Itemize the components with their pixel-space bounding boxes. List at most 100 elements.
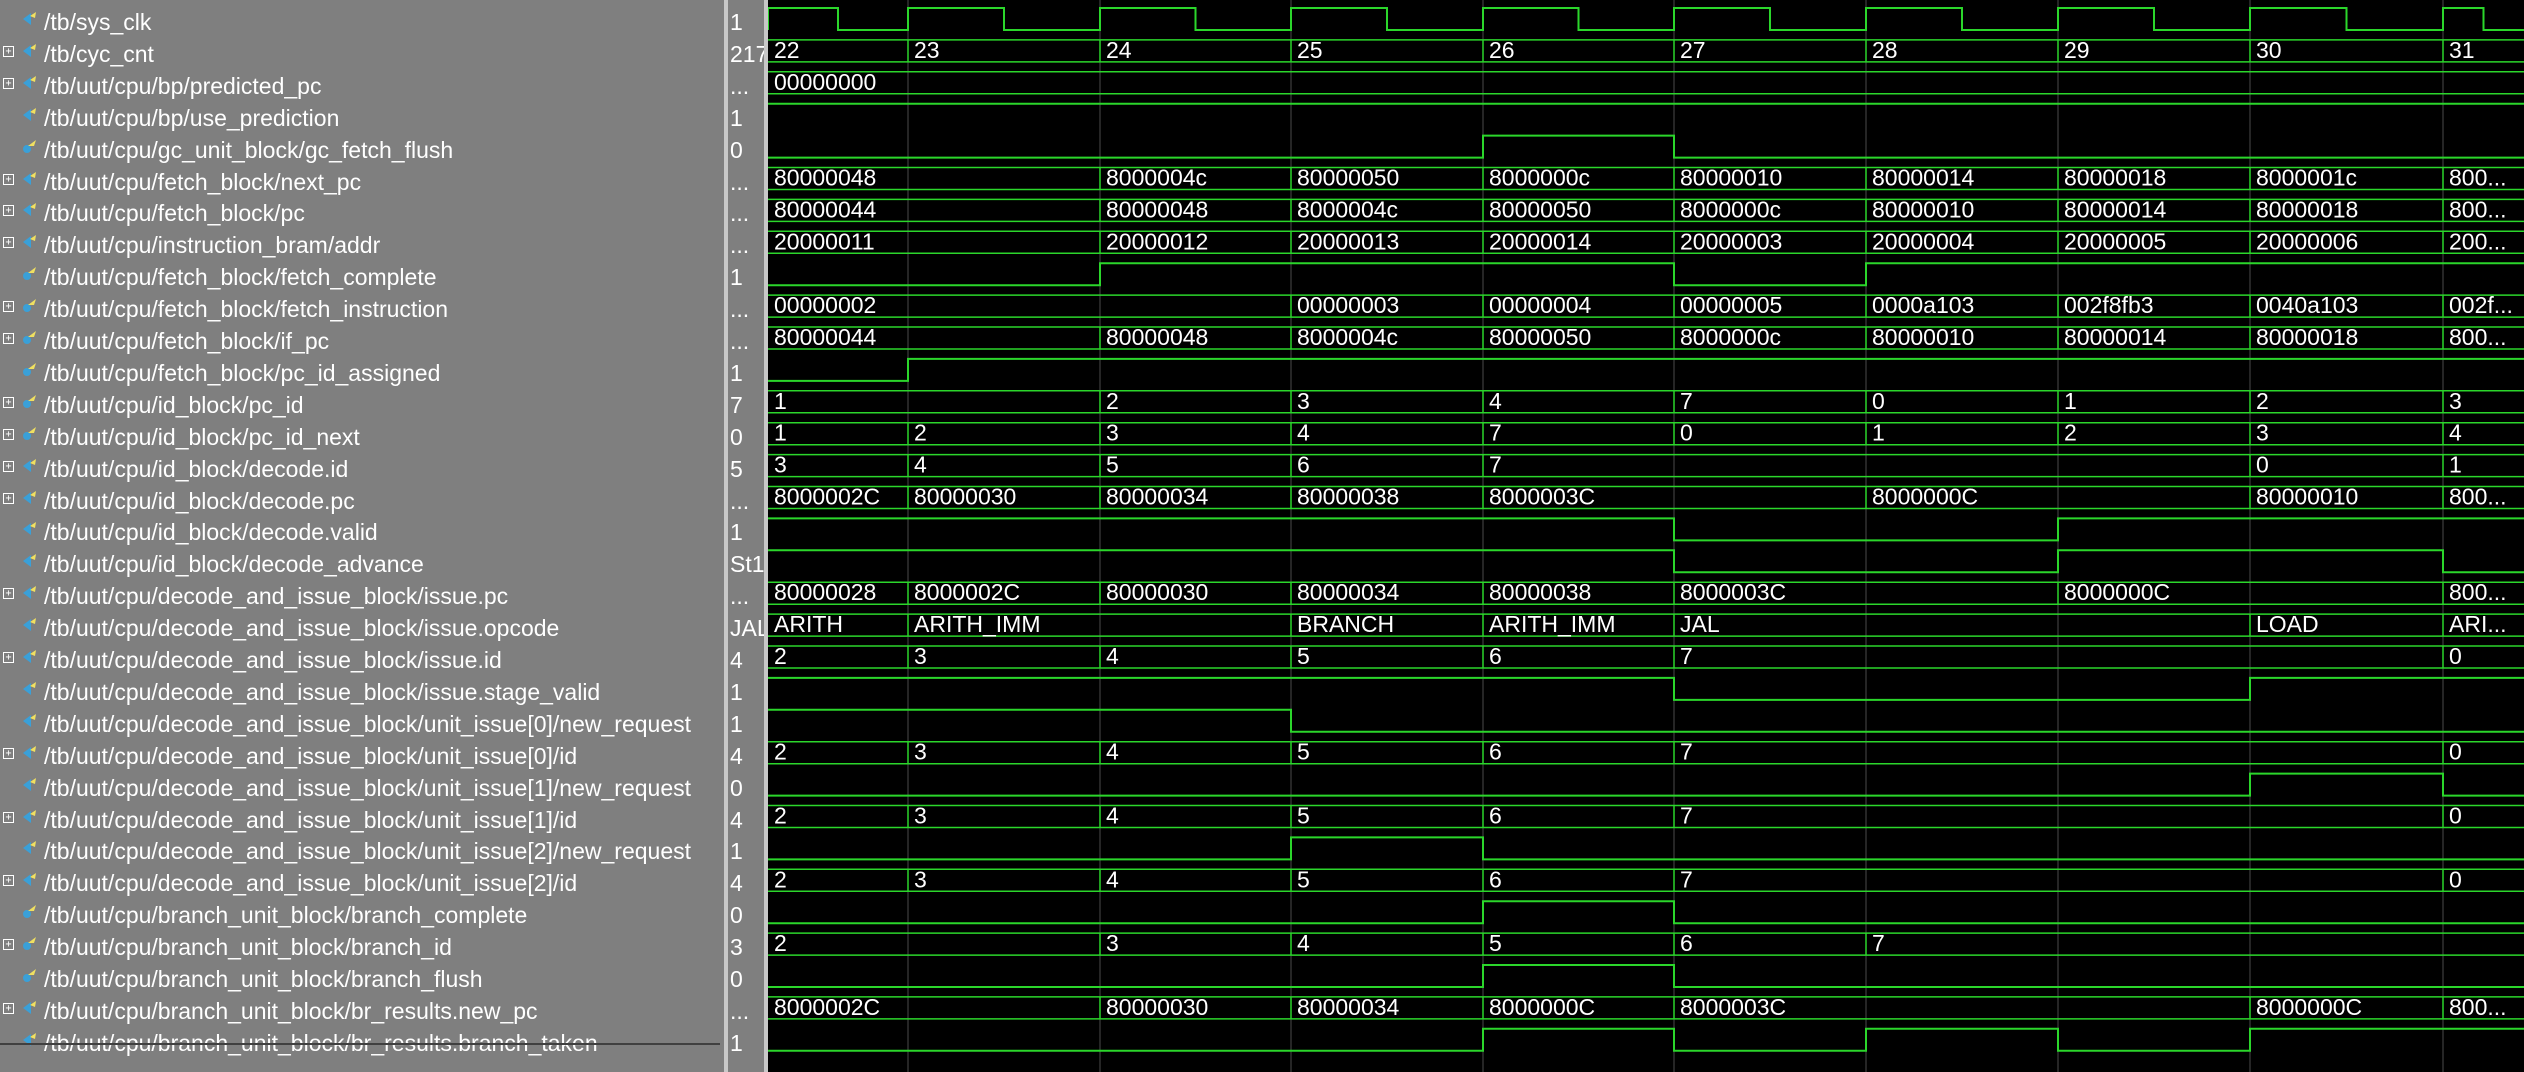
bus-value-label: 7 [1680, 643, 1693, 669]
expand-icon[interactable]: + [3, 460, 14, 472]
signal-value: 1 [730, 1029, 743, 1056]
expand-icon[interactable]: + [3, 1002, 14, 1014]
bus-value-label: 7 [1872, 930, 1885, 956]
signal-value-row: 0 [728, 132, 764, 163]
signal-row[interactable]: + /tb/uut/cpu/id_block/pc_id [0, 387, 724, 418]
signal-row[interactable]: + /tb/uut/cpu/id_block/decode.pc [0, 483, 724, 514]
bit-waveform [768, 1027, 2524, 1052]
expand-icon[interactable]: + [3, 396, 14, 408]
signal-value: ... [730, 583, 750, 610]
signal-value: 0 [730, 774, 743, 801]
bit-waveform [768, 262, 2524, 287]
signal-row[interactable]: + /tb/uut/cpu/id_block/pc_id_next [0, 419, 724, 450]
signal-name: /tb/uut/cpu/branch_unit_block/branch_com… [44, 902, 528, 929]
signal-row[interactable]: /tb/uut/cpu/branch_unit_block/branch_com… [0, 897, 724, 928]
signal-value: 5 [730, 455, 743, 482]
expand-icon[interactable]: + [3, 205, 14, 217]
bus-value-label: 2 [1106, 388, 1119, 414]
bus-value-label: 20000003 [1680, 228, 1782, 254]
signal-row[interactable]: + /tb/uut/cpu/fetch_block/next_pc [0, 164, 724, 195]
signal-row[interactable]: + /tb/uut/cpu/bp/predicted_pc [0, 68, 724, 99]
bus-value-label: 800... [2449, 165, 2507, 191]
expand-icon[interactable]: + [3, 747, 14, 759]
bus-value-label: 8000002C [774, 484, 880, 510]
signal-row[interactable]: + /tb/uut/cpu/id_block/decode.id [0, 451, 724, 482]
signal-name: /tb/uut/cpu/decode_and_issue_block/unit_… [44, 710, 692, 737]
signal-row[interactable]: /tb/uut/cpu/fetch_block/pc_id_assigned [0, 355, 724, 386]
signal-value: ... [730, 487, 750, 514]
expand-icon[interactable]: + [3, 237, 14, 249]
expand-icon[interactable]: + [3, 301, 14, 313]
signal-value-row: 1 [728, 259, 764, 290]
expand-icon[interactable]: + [3, 77, 14, 89]
signal-row[interactable]: + /tb/uut/cpu/decode_and_issue_block/unit… [0, 802, 724, 833]
bit-waveform [768, 549, 2524, 574]
signal-row[interactable]: + /tb/cyc_cnt [0, 36, 724, 67]
bus-value-label: 2 [914, 420, 927, 446]
signal-row[interactable]: + /tb/uut/cpu/fetch_block/pc [0, 195, 724, 226]
signal-row[interactable]: + /tb/uut/cpu/branch_unit_block/branch_id [0, 929, 724, 960]
waveform-canvas[interactable]: 22 23 24 25 26 27 28 29 30 310000000080000048 8000… [768, 0, 2524, 1072]
signal-row[interactable]: /tb/sys_clk [0, 4, 724, 35]
signal-row[interactable]: /tb/uut/cpu/decode_and_issue_block/unit_… [0, 770, 724, 801]
waveform-pane[interactable]: 22 23 24 25 26 27 28 29 30 31 00000000 80000048 8000… [768, 0, 2524, 1072]
bus-value-label: 200... [2449, 228, 2507, 254]
bus-value-label: 00000002 [774, 292, 876, 318]
signal-row[interactable]: + /tb/uut/cpu/branch_unit_block/br_result… [0, 993, 724, 1024]
signal-row[interactable]: + /tb/uut/cpu/decode_and_issue_block/unit… [0, 865, 724, 896]
signal-row[interactable]: + /tb/uut/cpu/instruction_bram/addr [0, 227, 724, 258]
bus-value-label: 00000000 [774, 69, 876, 95]
expand-icon[interactable]: + [3, 428, 14, 440]
expand-icon[interactable]: + [3, 492, 14, 504]
signal-row[interactable]: + /tb/uut/cpu/fetch_block/if_pc [0, 323, 724, 354]
bus-value-label: 8000000C [2064, 579, 2170, 605]
signal-row[interactable]: /tb/uut/cpu/decode_and_issue_block/unit_… [0, 833, 724, 864]
signal-row[interactable]: /tb/uut/cpu/fetch_block/fetch_complete [0, 259, 724, 290]
horizontal-scrollbar[interactable] [0, 1040, 720, 1048]
signal-row[interactable]: /tb/uut/cpu/branch_unit_block/branch_flu… [0, 961, 724, 992]
signal-row[interactable]: + /tb/uut/cpu/decode_and_issue_block/issu… [0, 642, 724, 673]
signal-value: ... [730, 168, 750, 195]
signal-row[interactable]: + /tb/uut/cpu/decode_and_issue_block/unit… [0, 738, 724, 769]
signal-value-row: 1 [728, 514, 764, 545]
expand-icon[interactable]: + [3, 333, 14, 344]
bus-value-label: 1 [1872, 420, 1885, 446]
signal-value-row: 0 [728, 770, 764, 801]
clock-waveform [768, 7, 2524, 31]
signal-row[interactable]: + /tb/uut/cpu/fetch_block/fetch_instructi… [0, 291, 724, 322]
signal-value-row: 4 [728, 865, 764, 896]
expand-icon[interactable]: + [3, 173, 14, 185]
signal-row[interactable]: /tb/uut/cpu/bp/use_prediction [0, 100, 724, 131]
signal-row[interactable]: /tb/uut/cpu/decode_and_issue_block/unit_… [0, 706, 724, 737]
signal-row[interactable]: /tb/uut/cpu/decode_and_issue_block/issue… [0, 610, 724, 641]
bus-value-label: 0 [1680, 420, 1693, 446]
expand-icon[interactable]: + [3, 939, 14, 951]
expand-icon[interactable]: + [3, 811, 14, 823]
bus-value-label: 00000003 [1297, 292, 1399, 318]
signal-value-row: 0 [728, 897, 764, 928]
signal-row[interactable]: /tb/uut/cpu/id_block/decode.valid [0, 514, 724, 545]
bit-waveform [768, 836, 2524, 861]
signal-name: /tb/uut/cpu/branch_unit_block/branch_flu… [44, 966, 483, 992]
expand-icon[interactable]: + [3, 652, 14, 663]
signal-row[interactable]: /tb/uut/cpu/id_block/decode_advance [0, 546, 724, 577]
signal-row[interactable]: /tb/uut/cpu/gc_unit_block/gc_fetch_flush [0, 132, 724, 163]
bus-value-label: 8000000c [1680, 196, 1781, 222]
bus-value-label: ARITH [774, 611, 843, 637]
expand-icon[interactable]: + [3, 875, 14, 887]
expand-icon[interactable]: + [3, 588, 14, 600]
signal-value-row: ... [728, 195, 764, 226]
signal-value: 217 [730, 40, 764, 67]
bus-value-label: 8000002C [774, 994, 880, 1020]
bus-value-label: 80000034 [1297, 579, 1400, 605]
signal-name: /tb/uut/cpu/id_block/decode.valid [44, 519, 378, 546]
bus-value-label: 7 [1680, 803, 1693, 829]
signal-value: 1 [730, 838, 743, 865]
bus-value-label: 4 [1106, 803, 1119, 829]
bus-value-label: 800... [2449, 324, 2507, 350]
bus-value-label: 80000010 [2256, 484, 2358, 510]
bus-value-label: 80000010 [1680, 165, 1782, 191]
signal-row[interactable]: /tb/uut/cpu/decode_and_issue_block/issue… [0, 674, 724, 705]
expand-icon[interactable]: + [3, 45, 14, 57]
signal-row[interactable]: + /tb/uut/cpu/decode_and_issue_block/issu… [0, 578, 724, 609]
